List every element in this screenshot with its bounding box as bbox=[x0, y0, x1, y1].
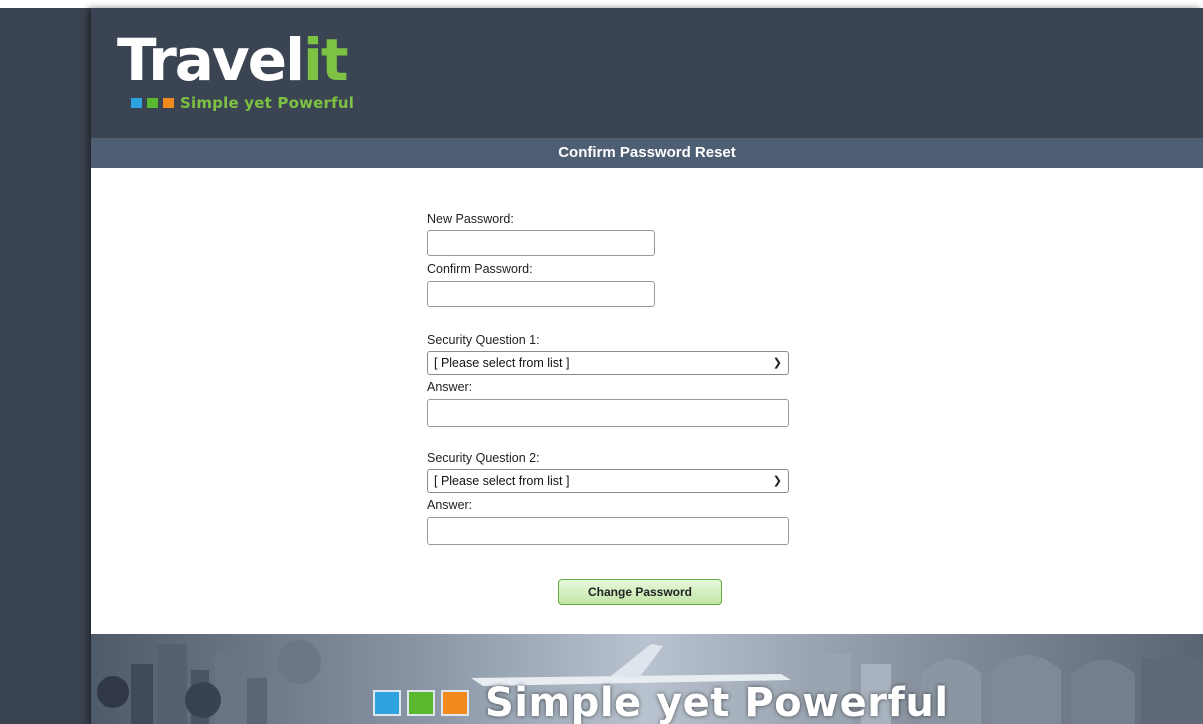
answer-2-field[interactable] bbox=[427, 517, 789, 545]
new-password-label: New Password: bbox=[427, 212, 514, 226]
confirm-password-label: Confirm Password: bbox=[427, 262, 533, 276]
security-question-2-label: Security Question 2: bbox=[427, 451, 540, 465]
logo-tagline: Simple yet Powerful bbox=[131, 94, 354, 112]
answer-2-label: Answer: bbox=[427, 498, 473, 512]
page-title: Confirm Password Reset bbox=[91, 138, 1203, 168]
banner-tagline: Simple yet Powerful bbox=[373, 680, 949, 724]
answer-1-label: Answer: bbox=[427, 380, 473, 394]
page-shell: Travelit Simple yet Powerful Confirm Pas… bbox=[91, 8, 1203, 724]
blue-square-icon bbox=[373, 690, 401, 716]
security-question-2-select[interactable]: [ Please select from list ] ❯ bbox=[427, 469, 789, 493]
security-question-1-label: Security Question 1: bbox=[427, 333, 540, 347]
footer-banner: Simple yet Powerful bbox=[91, 634, 1203, 724]
orange-square-icon bbox=[441, 690, 469, 716]
chevron-down-icon: ❯ bbox=[772, 475, 782, 487]
travelit-logo[interactable]: Travelit Simple yet Powerful bbox=[117, 26, 354, 112]
security-question-2-value: [ Please select from list ] bbox=[434, 474, 570, 488]
main-content: New Password: Confirm Password: Security… bbox=[91, 168, 1203, 634]
banner-tagline-text: Simple yet Powerful bbox=[485, 680, 949, 724]
orange-square-icon bbox=[163, 98, 174, 108]
new-password-field[interactable] bbox=[427, 230, 655, 256]
site-header: Travelit Simple yet Powerful bbox=[91, 8, 1203, 138]
confirm-password-field[interactable] bbox=[427, 281, 655, 307]
change-password-button[interactable]: Change Password bbox=[558, 579, 722, 605]
logo-wordmark: Travelit bbox=[117, 26, 349, 94]
green-square-icon bbox=[407, 690, 435, 716]
security-question-1-value: [ Please select from list ] bbox=[434, 356, 570, 370]
top-edge bbox=[0, 0, 1203, 8]
green-square-icon bbox=[147, 98, 158, 108]
chevron-down-icon: ❯ bbox=[772, 357, 782, 369]
logo-tagline-text: Simple yet Powerful bbox=[180, 94, 355, 112]
blue-square-icon bbox=[131, 98, 142, 108]
security-question-1-select[interactable]: [ Please select from list ] ❯ bbox=[427, 351, 789, 375]
answer-1-field[interactable] bbox=[427, 399, 789, 427]
